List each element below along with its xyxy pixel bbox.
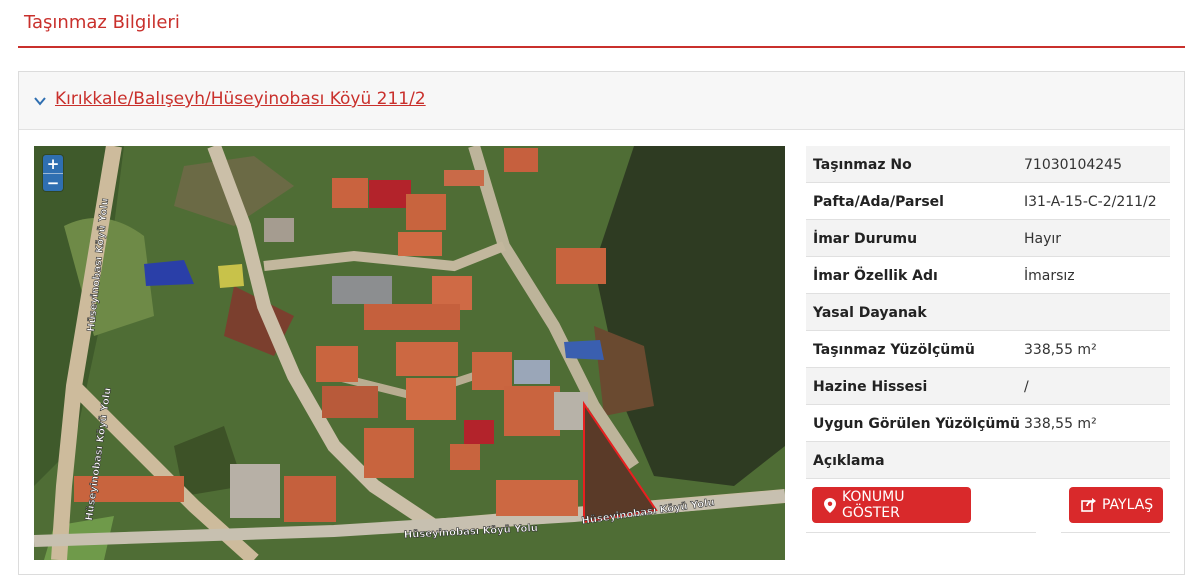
action-bar: KONUMU GÖSTER PAYLAŞ — [806, 479, 1170, 533]
info-value: 338,55 m² — [1024, 342, 1097, 358]
share-label: PAYLAŞ — [1102, 497, 1154, 513]
divider — [806, 532, 1036, 533]
info-value: İmarsız — [1024, 268, 1075, 284]
info-key: İmar Özellik Adı — [813, 268, 938, 284]
page-header: Taşınmaz Bilgileri — [18, 0, 1185, 48]
share-button[interactable]: PAYLAŞ — [1069, 487, 1163, 523]
info-value: 71030104245 — [1024, 157, 1122, 173]
show-location-button[interactable]: KONUMU GÖSTER — [812, 487, 971, 523]
info-key: İmar Durumu — [813, 231, 918, 247]
info-row: İmar Durumu Hayır — [806, 220, 1170, 257]
show-location-label: KONUMU GÖSTER — [842, 489, 905, 521]
info-value: Hayır — [1024, 231, 1062, 247]
property-title-link[interactable]: Kırıkkale/Balışeyh/Hüseyinobası Köyü 211… — [55, 89, 426, 109]
info-key: Yasal Dayanak — [813, 305, 927, 321]
info-row: Yasal Dayanak — [806, 294, 1170, 331]
info-row: Uygun Görülen Yüzölçümü 338,55 m² — [806, 405, 1170, 442]
info-row: Taşınmaz Yüzölçümü 338,55 m² — [806, 331, 1170, 368]
divider — [1061, 532, 1170, 533]
share-icon — [1081, 498, 1096, 512]
info-row: Hazine Hissesi / — [806, 368, 1170, 405]
info-key: Açıklama — [813, 453, 885, 469]
zoom-control: + − — [43, 155, 63, 191]
info-key: Pafta/Ada/Parsel — [813, 194, 944, 210]
info-value: I31-A-15-C-2/211/2 — [1024, 194, 1157, 210]
panel-header[interactable]: Kırıkkale/Balışeyh/Hüseyinobası Köyü 211… — [19, 72, 1184, 130]
info-row: İmar Özellik Adı İmarsız — [806, 257, 1170, 294]
info-row: Taşınmaz No 71030104245 — [806, 146, 1170, 183]
info-key: Taşınmaz No — [813, 157, 912, 173]
property-info-table: Taşınmaz No 71030104245 Pafta/Ada/Parsel I… — [806, 146, 1170, 533]
page-title: Taşınmaz Bilgileri — [24, 12, 180, 33]
chevron-down-icon[interactable] — [33, 94, 47, 108]
property-panel: Kırıkkale/Balışeyh/Hüseyinobası Köyü 211… — [18, 71, 1185, 575]
map-marker-icon — [824, 497, 836, 513]
satellite-map[interactable]: Hüseyinobası Köyü Yolu Hüseyinobası Köyü… — [34, 146, 785, 560]
info-key: Taşınmaz Yüzölçümü — [813, 342, 975, 358]
info-value: 338,55 m² — [1024, 416, 1097, 432]
zoom-out-button[interactable]: − — [43, 173, 63, 191]
zoom-in-button[interactable]: + — [43, 155, 63, 173]
info-value: / — [1024, 379, 1029, 395]
info-key: Uygun Görülen Yüzölçümü — [813, 416, 1020, 432]
info-key: Hazine Hissesi — [813, 379, 928, 395]
info-row: Açıklama — [806, 442, 1170, 479]
info-row: Pafta/Ada/Parsel I31-A-15-C-2/211/2 — [806, 183, 1170, 220]
